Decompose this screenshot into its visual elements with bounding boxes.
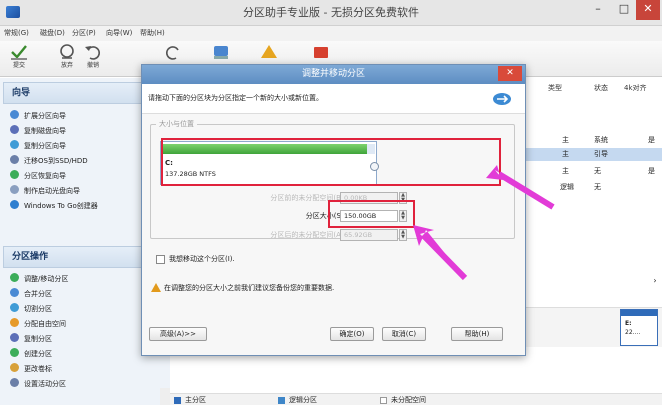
recovery-icon: [10, 170, 19, 179]
allocate-icon: [10, 318, 19, 327]
close-window-button[interactable]: ✕: [636, 0, 660, 20]
discard-button[interactable]: 放弃: [54, 43, 80, 71]
table-row-2-status[interactable]: 引导: [594, 148, 608, 161]
extend-icon: [10, 110, 19, 119]
backup-warning: 在调整您的分区大小之前我们建议您备份您的重要数据.: [164, 283, 334, 293]
dialog-header: 请拖动下面的分区块为分区指定一个新的大小或新位置。: [142, 84, 525, 114]
disk-letter-label: E:: [625, 320, 632, 327]
legend-bar: 主分区 逻辑分区 未分配空间: [160, 393, 662, 405]
wizard-button[interactable]: [256, 43, 282, 61]
resize-icon: [10, 273, 19, 282]
menu-partition[interactable]: 分区(P): [72, 26, 96, 41]
undo-icon: [82, 43, 104, 61]
copy-disk-icon: [10, 125, 19, 134]
create-icon: [10, 348, 19, 357]
table-row-1-type[interactable]: 主: [562, 134, 569, 147]
help-button[interactable]: 帮助(H): [451, 327, 503, 341]
legend-logical: 逻辑分区: [289, 394, 317, 406]
menu-help[interactable]: 帮助(H): [140, 26, 165, 41]
warning-icon: [151, 283, 161, 292]
redo-icon: [162, 43, 184, 61]
window-title: 分区助手专业版 - 无损分区免费软件: [0, 0, 662, 26]
legend-unallocated: 未分配空间: [391, 394, 426, 406]
legend-primary: 主分区: [185, 394, 206, 406]
advanced-button[interactable]: 高级(A)>>: [149, 327, 207, 341]
table-row-3-align[interactable]: 是: [648, 165, 655, 178]
ok-button[interactable]: 确定(O): [330, 327, 374, 341]
dialog-title: 调整并移动分区: [142, 65, 525, 84]
disk-resize-icon: [491, 89, 513, 109]
disc-icon: [10, 185, 19, 194]
scroll-right-icon[interactable]: ›: [648, 276, 662, 290]
move-partition-label[interactable]: 我想移动这个分区(I).: [169, 254, 235, 264]
ops-panel-title: 分区操作: [12, 252, 48, 262]
check-icon: [8, 43, 30, 61]
table-row-4-status[interactable]: 无: [594, 181, 601, 194]
primary-swatch-icon: [174, 397, 181, 404]
table-row-3-type[interactable]: 主: [562, 165, 569, 178]
menu-bar: 常规(G) 磁盘(D) 分区(P) 向导(W) 帮助(H): [0, 26, 662, 41]
table-row-1-align[interactable]: 是: [648, 134, 655, 147]
move-partition-checkbox[interactable]: [156, 255, 165, 264]
selected-row-highlight: [520, 148, 662, 161]
sidebar-item-set-active[interactable]: 设置活动分区: [10, 378, 165, 390]
undo-button[interactable]: 撤销: [80, 43, 106, 71]
size-position-label: 大小与位置: [156, 119, 197, 129]
size-field-highlight: [328, 200, 415, 228]
menu-disk[interactable]: 磁盘(D): [40, 26, 65, 41]
title-bar: 分区助手专业版 - 无损分区免费软件 – □ ✕: [0, 0, 662, 26]
copy-partition-icon: [10, 140, 19, 149]
disk-button[interactable]: [208, 43, 234, 61]
cancel-button[interactable]: 取消(C): [382, 327, 426, 341]
dialog-instruction: 请拖动下面的分区块为分区指定一个新的大小或新位置。: [148, 93, 323, 103]
sidebar-scroll-down-icon[interactable]: [160, 388, 170, 405]
drive-button[interactable]: [308, 43, 334, 61]
migrate-icon: [10, 155, 19, 164]
minimize-button[interactable]: –: [586, 0, 610, 20]
table-row-4-type[interactable]: 逻辑: [560, 181, 574, 194]
wizard-icon: [258, 43, 280, 61]
discard-label: 放弃: [54, 61, 80, 71]
disk-partition-e[interactable]: E: 22....: [620, 309, 658, 346]
menu-general[interactable]: 常规(G): [4, 26, 29, 41]
sidebar-item-change-label[interactable]: 更改卷标: [10, 363, 165, 375]
drive-icon: [310, 43, 332, 61]
unallocated-after-label: 分区后的未分配空间(A):: [236, 230, 346, 240]
table-row-2-type[interactable]: 主: [562, 148, 569, 161]
disk-usage-bar: [621, 310, 657, 316]
split-icon: [10, 303, 19, 312]
table-row-1-status[interactable]: 系统: [594, 134, 608, 147]
column-header-status[interactable]: 状态: [594, 80, 608, 96]
unallocated-swatch-icon: [380, 397, 387, 404]
undo-label: 撤销: [80, 61, 106, 71]
disk-size-label: 22....: [625, 329, 640, 336]
column-header-4k-align[interactable]: 4k对齐: [624, 80, 647, 96]
merge-icon: [10, 288, 19, 297]
maximize-button[interactable]: □: [612, 0, 636, 20]
windows-icon: [10, 200, 19, 209]
active-icon: [10, 378, 19, 387]
partition-bar-highlight: [161, 138, 501, 186]
discard-icon: [56, 43, 78, 61]
unallocated-after-stepper[interactable]: ▲▼: [399, 229, 407, 241]
dialog-close-button[interactable]: ✕: [498, 66, 522, 81]
label-icon: [10, 363, 19, 372]
menu-wizard[interactable]: 向导(W): [106, 26, 132, 41]
commit-label: 提交: [6, 61, 32, 71]
copy-icon: [10, 333, 19, 342]
disk-icon: [210, 43, 232, 61]
commit-button[interactable]: 提交: [6, 43, 32, 71]
logical-swatch-icon: [278, 397, 285, 404]
table-row-3-status[interactable]: 无: [594, 165, 601, 178]
column-header-type[interactable]: 类型: [548, 80, 562, 96]
redo-button[interactable]: [160, 43, 186, 61]
unallocated-after-input[interactable]: 65.92GB: [340, 229, 398, 241]
wizard-panel-title: 向导: [12, 88, 30, 98]
